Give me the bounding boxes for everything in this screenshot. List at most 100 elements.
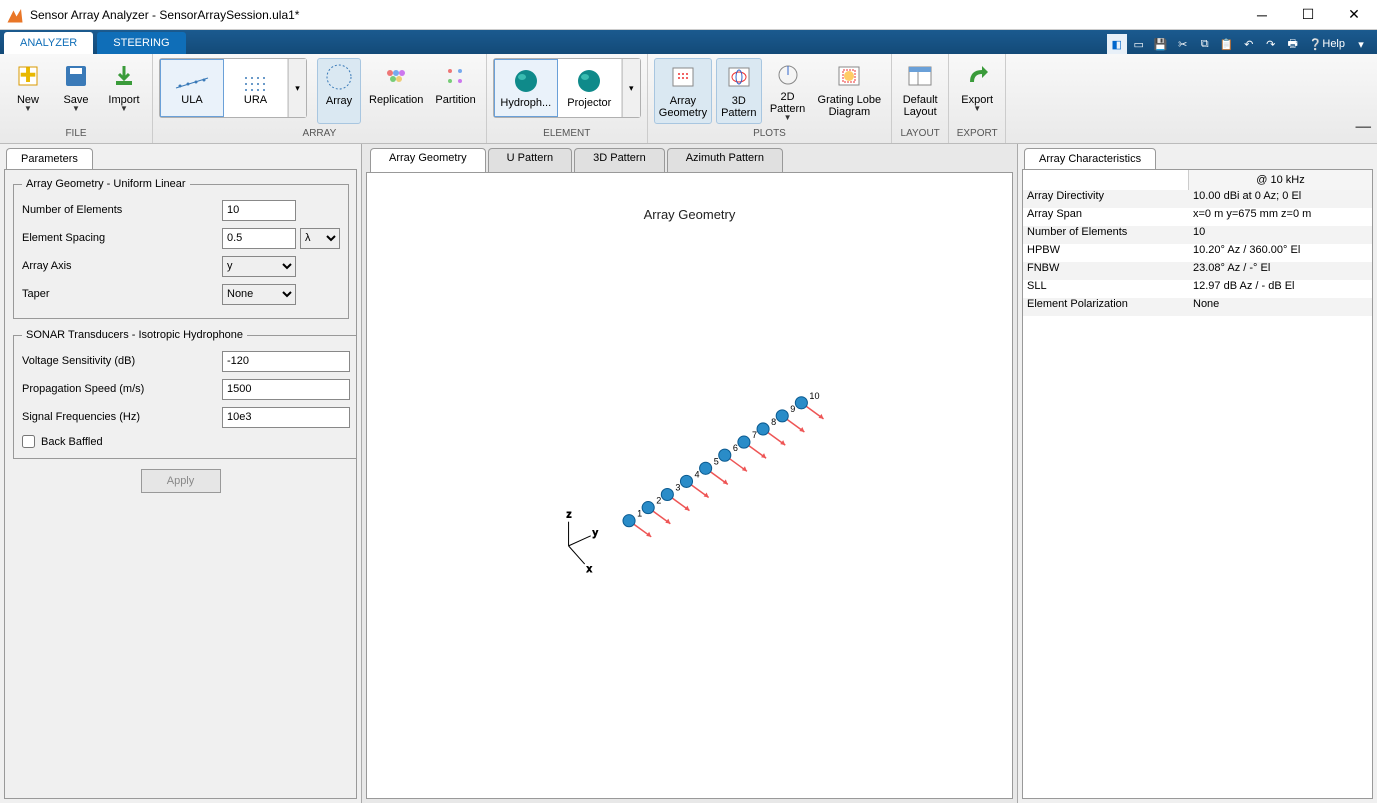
qat-undo-icon[interactable]: ↶ (1239, 34, 1259, 54)
qat-open-icon[interactable]: ▭ (1129, 34, 1149, 54)
tab-3d-pattern[interactable]: 3D Pattern (574, 148, 665, 172)
chevron-down-icon: ▼ (72, 104, 80, 113)
svg-text:2: 2 (656, 496, 661, 506)
3d-pattern-button[interactable]: 3D Pattern (716, 58, 761, 124)
taper-select[interactable]: None (222, 284, 296, 305)
pattern-3d-icon (725, 61, 753, 93)
qat-save-icon[interactable]: 💾 (1151, 34, 1171, 54)
qat-cut-icon[interactable]: ✂ (1173, 34, 1193, 54)
characteristics-row: Element PolarizationNone (1023, 298, 1372, 316)
svg-text:4: 4 (695, 469, 700, 479)
axis-select[interactable]: y (222, 256, 296, 277)
quick-access-toolbar: ◧ ▭ 💾 ✂ ⧉ 📋 ↶ ↷ 🖶 ❔ Help ▾ (1107, 34, 1377, 54)
save-button[interactable]: Save ▼ (54, 58, 98, 124)
element-gallery[interactable]: Hydroph... Projector ▾ (493, 58, 641, 118)
array-geometry-fieldset: Array Geometry - Uniform Linear Number o… (13, 178, 349, 319)
help-button[interactable]: ❔ Help (1305, 38, 1349, 51)
characteristics-row: HPBW10.20° Az / 360.00° El (1023, 244, 1372, 262)
chevron-down-icon: ▼ (120, 104, 128, 113)
tab-u-pattern[interactable]: U Pattern (488, 148, 572, 172)
gallery-item-ula[interactable]: ULA (160, 59, 224, 117)
ribbon-group-element: Hydroph... Projector ▾ ELEMENT (487, 54, 648, 143)
layout-icon (906, 60, 934, 92)
import-icon (111, 60, 137, 92)
geometry-viewer[interactable]: Array Geometry z y x 12345678910 (366, 172, 1013, 799)
qat-redo-icon[interactable]: ↷ (1261, 34, 1281, 54)
ribbon: ✚ New ▼ Save ▼ Import ▼ FILE ULA (0, 54, 1377, 144)
partition-icon (442, 60, 470, 92)
svg-text:10: 10 (809, 391, 819, 401)
grating-lobe-button[interactable]: Grating Lobe Diagram (814, 58, 886, 124)
spacing-input[interactable] (222, 228, 296, 249)
svg-text:5: 5 (714, 456, 719, 466)
svg-text:9: 9 (790, 404, 795, 414)
viewer-tabs: Array Geometry U Pattern 3D Pattern Azim… (370, 148, 1013, 172)
gallery-item-ura[interactable]: URA (224, 59, 288, 117)
characteristics-tab[interactable]: Array Characteristics (1024, 148, 1156, 169)
qat-print-icon[interactable]: 🖶 (1283, 34, 1303, 54)
tab-analyzer[interactable]: ANALYZER (4, 32, 93, 54)
tab-azimuth-pattern[interactable]: Azimuth Pattern (667, 148, 783, 172)
svg-text:6: 6 (733, 443, 738, 453)
svg-text:x: x (587, 564, 592, 575)
2d-pattern-button[interactable]: 2D Pattern ▼ (766, 58, 810, 124)
parameters-tab[interactable]: Parameters (6, 148, 93, 169)
characteristics-row: FNBW23.08° Az / -° El (1023, 262, 1372, 280)
array-geometry-plot: z y x 1 2 3 4 5 6 7 8 9 10 (367, 173, 1012, 778)
new-button[interactable]: ✚ New ▼ (6, 58, 50, 124)
characteristics-row: Array Spanx=0 m y=675 mm z=0 m (1023, 208, 1372, 226)
parameters-panel: Parameters Array Geometry - Uniform Line… (0, 144, 362, 803)
gallery-item-hydrophone[interactable]: Hydroph... (494, 59, 558, 117)
array-type-gallery[interactable]: ULA URA ▾ (159, 58, 307, 118)
qat-paste-icon[interactable]: 📋 (1217, 34, 1237, 54)
ribbon-pin-icon[interactable]: ▔▔ (1356, 128, 1371, 139)
characteristics-header: @ 10 kHz (1023, 170, 1372, 190)
qat-copy-icon[interactable]: ⧉ (1195, 34, 1215, 54)
chevron-down-icon: ▼ (784, 113, 792, 122)
new-icon: ✚ (14, 60, 42, 92)
characteristics-row: Array Directivity10.00 dBi at 0 Az; 0 El (1023, 190, 1372, 208)
qat-collapse-icon[interactable]: ▾ (1351, 34, 1371, 54)
array-button[interactable]: Array (317, 58, 361, 124)
svg-text:3: 3 (675, 482, 680, 492)
window-title: Sensor Array Analyzer - SensorArraySessi… (30, 8, 1239, 22)
close-button[interactable]: ✕ (1331, 0, 1377, 29)
save-icon (63, 60, 89, 92)
svg-text:1: 1 (637, 509, 642, 519)
gallery-dropdown[interactable]: ▾ (622, 59, 640, 117)
voltage-input[interactable] (222, 351, 350, 372)
ribbon-group-file: ✚ New ▼ Save ▼ Import ▼ FILE (0, 54, 153, 143)
svg-text:z: z (567, 510, 572, 521)
spacing-unit-select[interactable]: λ (300, 228, 340, 249)
export-button[interactable]: Export ▼ (955, 58, 999, 124)
default-layout-button[interactable]: Default Layout (898, 58, 942, 124)
characteristics-row: Number of Elements10 (1023, 226, 1372, 244)
qat-new-icon[interactable]: ◧ (1107, 34, 1127, 54)
minimize-button[interactable]: ─ (1239, 0, 1285, 29)
gallery-dropdown[interactable]: ▾ (288, 59, 306, 117)
num-elements-input[interactable] (222, 200, 296, 221)
ribbon-group-plots: Array Geometry 3D Pattern 2D Pattern ▼ G… (648, 54, 892, 143)
tab-steering[interactable]: STEERING (97, 32, 185, 54)
gallery-item-projector[interactable]: Projector (558, 59, 622, 117)
replication-button[interactable]: Replication (365, 58, 427, 124)
svg-text:✚: ✚ (20, 65, 37, 87)
svg-text:y: y (593, 528, 599, 539)
chevron-down-icon: ▼ (973, 104, 981, 113)
svg-text:8: 8 (771, 417, 776, 427)
ribbon-group-array: ULA URA ▾ Array Replication Partition (153, 54, 487, 143)
freq-input[interactable] (222, 407, 350, 428)
back-baffled-checkbox[interactable] (22, 435, 35, 448)
characteristics-panel: Array Characteristics @ 10 kHz Array Dir… (1017, 144, 1377, 803)
svg-text:7: 7 (752, 430, 757, 440)
maximize-button[interactable]: ☐ (1285, 0, 1331, 29)
partition-button[interactable]: Partition (431, 58, 479, 124)
help-icon: ❔ (1309, 38, 1323, 51)
tab-array-geometry[interactable]: Array Geometry (370, 148, 486, 172)
replication-icon (382, 60, 410, 92)
apply-button[interactable]: Apply (141, 469, 221, 493)
import-button[interactable]: Import ▼ (102, 58, 146, 124)
export-icon (964, 60, 990, 92)
speed-input[interactable] (222, 379, 350, 400)
array-geometry-button[interactable]: Array Geometry (654, 58, 712, 124)
